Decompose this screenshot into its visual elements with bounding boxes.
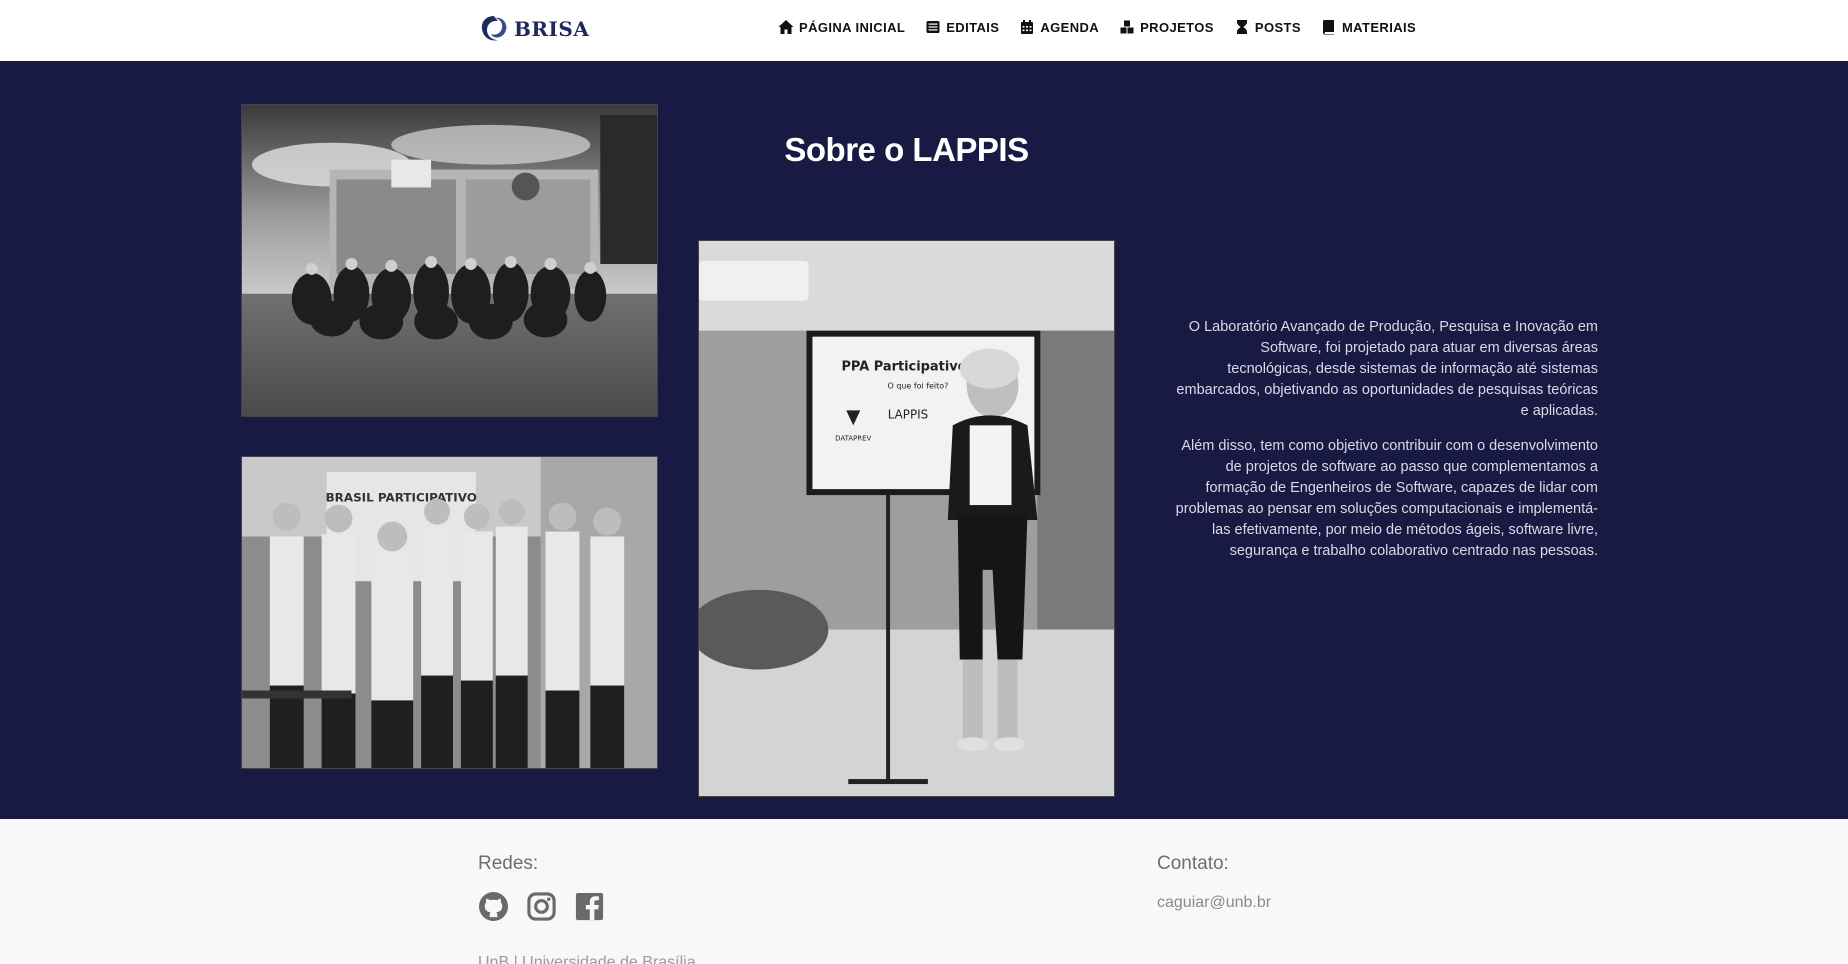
about-description: O Laboratório Avançado de Produção, Pesq… [1172,317,1598,576]
brisa-swirl-logo-icon [481,16,507,41]
slide-heading: PPA Participativo [841,360,966,375]
hourglass-icon [1236,20,1247,34]
cubes-icon [1120,20,1134,34]
slide-logo-dataprev: DATAPREV [835,434,871,442]
nav-item-pagina-inicial[interactable]: PÁGINA INICIAL [778,19,905,35]
slide-subheading: O que foi feito? [888,381,949,390]
instagram-link[interactable] [526,891,557,922]
team-outdoor-photo [241,104,658,417]
facebook-link[interactable] [574,891,605,922]
instagram-icon [527,892,556,921]
nav-item-label: POSTS [1254,19,1301,35]
about-section: BRASIL PARTICIPATIVO PPA Participativo O… [0,61,1848,819]
redes-heading: Redes: [478,853,539,874]
nav-item-label: PROJETOS [1140,19,1214,35]
nav-item-projetos[interactable]: PROJETOS [1119,19,1214,35]
social-links [478,891,605,922]
nav-item-agenda[interactable]: AGENDA [1019,19,1099,35]
top-navbar: BRISA PÁGINA INICIAL EDITAIS AGENDA PROJ… [0,0,1848,61]
nav-item-label: MATERIAIS [1341,19,1417,35]
nav-item-materiais[interactable]: MATERIAIS [1321,19,1416,35]
book-icon [1322,20,1334,35]
contato-heading: Contato: [1157,853,1229,874]
banner-text: BRASIL PARTICIPATIVO [326,491,477,505]
github-link[interactable] [478,891,509,922]
speaker-presentation-photo: PPA Participativo O que foi feito? DATAP… [698,240,1115,797]
about-paragraph-1: O Laboratório Avançado de Produção, Pesq… [1176,319,1598,419]
team-event-photo: BRASIL PARTICIPATIVO [241,456,658,769]
nav-item-editais[interactable]: EDITAIS [925,19,999,35]
footer: Redes: UnB | Universidade de Brasília Co… [0,819,1848,964]
brand-logo-link[interactable]: BRISA [478,12,589,46]
calendar-icon [1021,20,1034,34]
brand-name: BRISA [514,17,590,41]
about-title: Sobre o LAPPIS [784,131,1029,168]
nav-item-posts[interactable]: POSTS [1234,19,1301,35]
home-icon [778,20,794,34]
nav-item-label: AGENDA [1040,19,1100,35]
github-icon [478,891,509,922]
main-nav: PÁGINA INICIAL EDITAIS AGENDA PROJETOS P… [778,19,1416,35]
nav-item-label: PÁGINA INICIAL [799,19,906,35]
facebook-icon [575,892,604,921]
slide-logo-lappis: LAPPIS [888,407,929,421]
nav-item-label: EDITAIS [946,19,1000,35]
contact-email-link[interactable]: caguiar@unb.br [1157,894,1271,912]
about-paragraph-2: Além disso, tem como objetivo contribuir… [1175,438,1598,559]
list-icon [926,21,940,33]
university-credit: UnB | Universidade de Brasília [478,954,696,964]
